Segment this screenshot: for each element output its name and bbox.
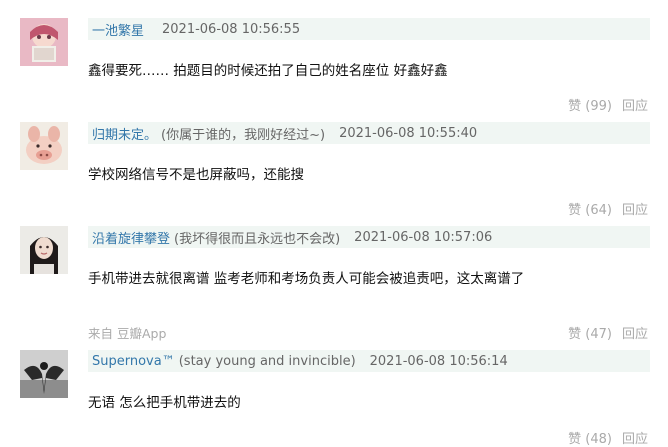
author-signature: (我坏得很而且永远也不会改) [174, 231, 341, 247]
comment-meta: 沿着旋律攀登 (我坏得很而且永远也不会改) 2021-06-08 10:57:0… [88, 226, 650, 248]
comment-time: 2021-06-08 10:56:14 [369, 353, 508, 369]
comment-text: 学校网络信号不是也屏蔽吗，还能搜 [88, 167, 304, 183]
comment-meta: Supernova™ (stay young and invincible) 2… [88, 350, 650, 372]
like-button[interactable]: 赞 (48) [568, 428, 612, 447]
like-button[interactable]: 赞 (99) [568, 95, 612, 114]
comment-text: 手机带进去就很离谱 监考老师和考场负责人可能会被追责吧，这太离谱了 [88, 271, 525, 287]
author-link[interactable]: 沿着旋律攀登 [92, 228, 170, 247]
author-signature: (你属于谁的，我刚好经过~) [161, 127, 326, 143]
comment-actions: 赞 (47) 回应 [568, 323, 648, 342]
author-link[interactable]: Supernova™ [92, 354, 175, 369]
comment-time: 2021-06-08 10:55:40 [339, 125, 478, 141]
reply-button[interactable]: 回应 [622, 428, 648, 447]
like-button[interactable]: 赞 (47) [568, 323, 612, 342]
comment-meta: 归期未定。 (你属于谁的，我刚好经过~) 2021-06-08 10:55:40 [88, 122, 650, 144]
avatar[interactable] [20, 350, 68, 398]
comment-text: 无语 怎么把手机带进去的 [88, 395, 241, 411]
comment-time: 2021-06-08 10:57:06 [354, 229, 493, 245]
avatar[interactable] [20, 122, 68, 170]
comment-actions: 赞 (99) 回应 [568, 95, 648, 114]
comment-source: 来自 豆瓣App [88, 326, 167, 341]
reply-button[interactable]: 回应 [622, 199, 648, 218]
comment-meta: 一池繁星 2021-06-08 10:56:55 [88, 18, 650, 40]
avatar[interactable] [20, 226, 68, 274]
author-link[interactable]: 一池繁星 [92, 20, 144, 39]
reply-button[interactable]: 回应 [622, 95, 648, 114]
avatar[interactable] [20, 18, 68, 66]
comment-actions: 赞 (64) 回应 [568, 199, 648, 218]
comment-time: 2021-06-08 10:56:55 [162, 21, 301, 37]
author-link[interactable]: 归期未定。 [92, 124, 157, 143]
author-signature: (stay young and invincible) [178, 353, 356, 369]
comment-text: 鑫得要死…… 拍题目的时候还拍了自己的姓名座位 好鑫好鑫 [88, 63, 448, 79]
comment-actions: 赞 (48) 回应 [568, 428, 648, 447]
like-button[interactable]: 赞 (64) [568, 199, 612, 218]
reply-button[interactable]: 回应 [622, 323, 648, 342]
